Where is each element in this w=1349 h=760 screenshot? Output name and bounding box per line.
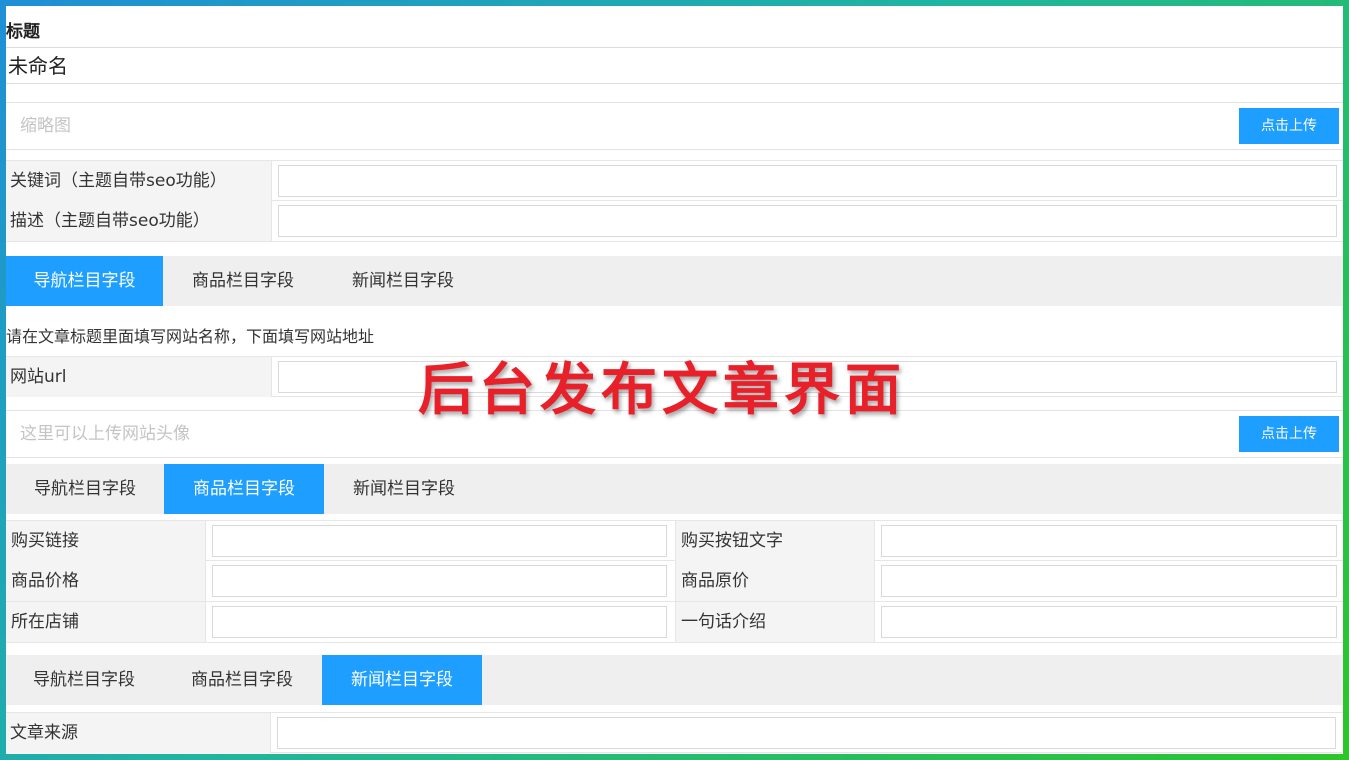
keywords-label: 关键词（主题自带seo功能） bbox=[6, 161, 272, 201]
buy-link-input[interactable] bbox=[212, 525, 667, 557]
tab-news-fields[interactable]: 新闻栏目字段 bbox=[322, 655, 482, 705]
tab-nav-fields[interactable]: 导航栏目字段 bbox=[6, 464, 164, 514]
product-row-3: 所在店铺 一句话介绍 bbox=[6, 602, 1343, 643]
product-row-2: 商品价格 商品原价 bbox=[6, 561, 1343, 602]
buy-link-label: 购买链接 bbox=[6, 521, 206, 561]
avatar-upload-button[interactable]: 点击上传 bbox=[1239, 416, 1339, 452]
url-label: 网站url bbox=[6, 357, 272, 397]
description-input[interactable] bbox=[278, 205, 1337, 237]
original-price-input[interactable] bbox=[881, 565, 1337, 597]
nav-hint-text: 请在文章标题里面填写网站名称，下面填写网站地址 bbox=[6, 327, 375, 346]
intro-label: 一句话介绍 bbox=[675, 602, 875, 642]
keywords-input[interactable] bbox=[278, 165, 1337, 197]
keywords-row: 关键词（主题自带seo功能） bbox=[6, 160, 1343, 201]
thumbnail-placeholder[interactable]: 缩略图 bbox=[20, 103, 71, 149]
price-label: 商品价格 bbox=[6, 561, 206, 601]
tab-product-fields[interactable]: 商品栏目字段 bbox=[164, 464, 324, 514]
buy-button-text-label: 购买按钮文字 bbox=[675, 521, 875, 561]
thumbnail-upload-button[interactable]: 点击上传 bbox=[1239, 108, 1339, 144]
original-price-label: 商品原价 bbox=[675, 561, 875, 601]
avatar-placeholder[interactable]: 这里可以上传网站头像 bbox=[20, 411, 190, 457]
title-label: 标题 bbox=[6, 22, 40, 42]
price-input[interactable] bbox=[212, 565, 667, 597]
tab-product-fields[interactable]: 商品栏目字段 bbox=[163, 256, 323, 306]
product-row-1: 购买链接 购买按钮文字 bbox=[6, 520, 1343, 561]
tab-news-fields[interactable]: 新闻栏目字段 bbox=[324, 464, 484, 514]
overlay-caption: 后台发布文章界面 bbox=[418, 358, 906, 423]
title-input[interactable]: 未命名 bbox=[6, 47, 1343, 84]
tab-nav-fields[interactable]: 导航栏目字段 bbox=[6, 256, 163, 306]
tab-news-fields[interactable]: 新闻栏目字段 bbox=[323, 256, 483, 306]
description-label: 描述（主题自带seo功能） bbox=[6, 201, 272, 241]
source-input[interactable] bbox=[277, 717, 1336, 749]
source-row: 文章来源 bbox=[6, 712, 1343, 753]
tab-nav-fields[interactable]: 导航栏目字段 bbox=[6, 655, 162, 705]
description-row: 描述（主题自带seo功能） bbox=[6, 201, 1343, 242]
thumbnail-upload-row: 缩略图 点击上传 bbox=[6, 102, 1343, 150]
source-label: 文章来源 bbox=[6, 713, 271, 753]
buy-button-text-input[interactable] bbox=[881, 525, 1337, 557]
intro-input[interactable] bbox=[881, 606, 1337, 638]
shop-input[interactable] bbox=[212, 606, 667, 638]
field-tabs-product: 导航栏目字段 商品栏目字段 新闻栏目字段 bbox=[6, 464, 1343, 514]
field-tabs-nav: 导航栏目字段 商品栏目字段 新闻栏目字段 bbox=[6, 256, 1343, 306]
shop-label: 所在店铺 bbox=[6, 602, 206, 642]
field-tabs-news: 导航栏目字段 商品栏目字段 新闻栏目字段 bbox=[6, 655, 1343, 705]
tab-product-fields[interactable]: 商品栏目字段 bbox=[162, 655, 322, 705]
